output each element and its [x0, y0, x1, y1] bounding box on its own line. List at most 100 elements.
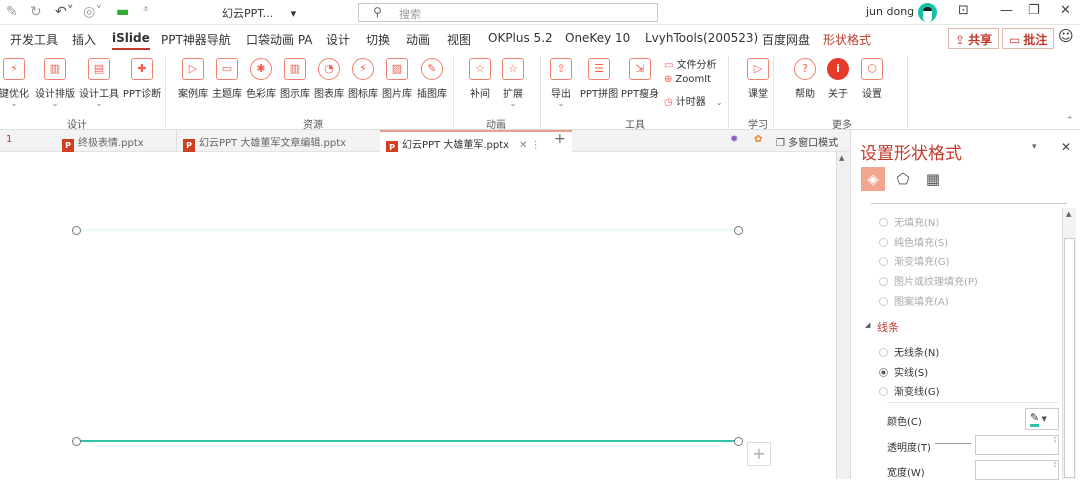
- document-tab[interactable]: P 终极表情.pptx: [56, 130, 150, 152]
- magic-wand-icon[interactable]: ✸: [724, 130, 744, 152]
- icon-library-icon: ⚡: [352, 58, 374, 80]
- tab-item[interactable]: 动画: [406, 31, 430, 48]
- document-title[interactable]: 幻云PPT... ▾: [222, 5, 296, 21]
- fill-option-radio[interactable]: 无填充(N): [879, 214, 939, 229]
- pane-options-icon[interactable]: ▾: [1032, 142, 1037, 152]
- picture-icon: ▨: [386, 58, 408, 80]
- share-icon: ⇪: [955, 33, 966, 47]
- ribbon-button-1[interactable]: ⚡ 键优化 ⌄: [0, 58, 34, 108]
- new-tab-icon[interactable]: +: [548, 127, 572, 149]
- document-tab-label: 幻云PPT 大雄董军.pptx: [402, 140, 510, 151]
- collapse-triangle-icon[interactable]: ◢: [865, 321, 870, 329]
- scroll-up-icon[interactable]: ▲: [839, 154, 844, 162]
- ribbon-button-15[interactable]: ⇧ 导出 ⌄: [541, 58, 581, 108]
- ribbon-button-17[interactable]: ⇲ PPT瘦身: [620, 58, 660, 100]
- ribbon-small-label: 文件分析: [676, 60, 717, 71]
- size-properties-icon[interactable]: ▦: [921, 167, 945, 191]
- document-tab-active[interactable]: P 幻云PPT 大雄董军.pptx ✕ ⋮: [380, 130, 572, 154]
- ribbon-group-label: 工具: [625, 120, 645, 131]
- chevron-down-icon: ⌄: [95, 99, 103, 108]
- tab-item[interactable]: 插入: [72, 31, 96, 48]
- close-icon[interactable]: ✕: [1060, 3, 1071, 18]
- vertical-scrollbar[interactable]: ▲: [836, 152, 850, 479]
- ribbon-button-3[interactable]: ▤ 设计工具 ⌄: [79, 58, 119, 108]
- user-name[interactable]: jun dong: [866, 5, 914, 18]
- shape-icon[interactable]: ◎˅: [83, 4, 102, 20]
- tab-item[interactable]: 切换: [366, 31, 390, 48]
- zoom-icon: ⊕: [664, 74, 673, 85]
- tab-item[interactable]: 开发工具: [10, 31, 58, 48]
- settings-icon[interactable]: ✿: [748, 130, 768, 152]
- line-color-picker[interactable]: ✎ ▼: [1025, 408, 1059, 430]
- line-section-header[interactable]: 线条: [877, 319, 899, 335]
- ribbon: ⚡ 键优化 ⌄ ▥ 设计排版 ⌄ ▤ 设计工具 ⌄ ✚ PPT诊断 ▷ 案例库 ▭ 主题库 ✱ 色彩库 ▥ 图示库 ◔…: [0, 52, 1080, 131]
- transparency-input[interactable]: [975, 435, 1059, 455]
- fill-option-radio[interactable]: 图案填充(A): [879, 293, 949, 308]
- tab-item[interactable]: 视图: [447, 31, 471, 48]
- ribbon-button-18[interactable]: ▷ 课堂: [738, 58, 778, 100]
- tab-item[interactable]: 百度网盘: [762, 31, 810, 48]
- close-pane-icon[interactable]: ✕: [1061, 140, 1071, 154]
- radio-icon: [879, 367, 888, 377]
- width-input[interactable]: [975, 460, 1059, 480]
- minimize-icon[interactable]: —: [1000, 3, 1013, 18]
- ribbon-button-12[interactable]: ✎ 插图库: [412, 58, 452, 100]
- tab-item[interactable]: PPT神器导航: [161, 31, 231, 48]
- line-handle[interactable]: [734, 437, 743, 446]
- line-option-radio[interactable]: 无线条(N): [879, 344, 939, 359]
- line-option-radio[interactable]: 实线(S): [879, 364, 928, 379]
- line-handle[interactable]: [734, 226, 743, 235]
- ribbon-button-4[interactable]: ✚ PPT诊断: [122, 58, 162, 100]
- fill-option-radio[interactable]: 纯色填充(S): [879, 234, 948, 249]
- presentation-icon: ▷: [182, 58, 204, 80]
- undo-icon[interactable]: ↶˅: [55, 4, 74, 20]
- redo-icon[interactable]: ↻: [30, 4, 42, 20]
- tab-item[interactable]: iSlide: [112, 31, 150, 50]
- close-tab-icon[interactable]: ✕ ⋮: [519, 140, 541, 151]
- ribbon-button-2[interactable]: ▥ 设计排版 ⌄: [35, 58, 75, 108]
- share-button[interactable]: ⇪ 共享: [948, 28, 1000, 49]
- radio-icon: [879, 237, 888, 247]
- fill-option-radio[interactable]: 渐变填充(G): [879, 253, 950, 268]
- ribbon-small-button[interactable]: ▭ 文件分析: [664, 56, 716, 71]
- compress-icon: ⇲: [629, 58, 651, 80]
- scroll-up-icon[interactable]: ▲: [1066, 210, 1071, 218]
- slide-canvas[interactable]: +: [0, 152, 836, 479]
- line-handle[interactable]: [72, 437, 81, 446]
- add-slide-icon[interactable]: +: [747, 442, 771, 466]
- tab-item[interactable]: LvyhTools(200523): [645, 31, 758, 45]
- tab-item[interactable]: OneKey 10: [565, 31, 630, 45]
- scrollbar-thumb[interactable]: [1064, 238, 1075, 478]
- document-tab[interactable]: P 幻云PPT 大雄董军文章编辑.pptx: [176, 130, 352, 152]
- feedback-smiley-icon[interactable]: ☺: [1058, 27, 1074, 45]
- classroom-icon: ▷: [747, 58, 769, 80]
- search-box[interactable]: ⚲ 搜索: [358, 3, 658, 22]
- line-handle[interactable]: [72, 226, 81, 235]
- pane-scrollbar[interactable]: ▲: [1062, 208, 1076, 479]
- effects-pentagon-icon[interactable]: ⬠: [891, 167, 915, 191]
- ribbon-button-14[interactable]: ☆ 扩展 ⌄: [493, 58, 533, 108]
- avatar[interactable]: [918, 3, 937, 22]
- ribbon-display-options-icon[interactable]: ⊡: [958, 3, 969, 18]
- ribbon-small-button[interactable]: ◷ 计时器 ⌄: [664, 93, 722, 108]
- tab-item[interactable]: OKPlus 5.2: [488, 31, 553, 45]
- slide-icon[interactable]: ▬: [116, 4, 129, 20]
- format-painter-icon[interactable]: ✎: [6, 4, 18, 20]
- tab-item[interactable]: 口袋动画 PA: [246, 31, 313, 48]
- share-label: 共享: [968, 33, 993, 47]
- group-divider: [728, 56, 729, 128]
- line-option-radio[interactable]: 渐变线(G): [879, 383, 940, 398]
- tab-item[interactable]: 形状格式: [823, 31, 871, 48]
- multi-window-button[interactable]: ❐ 多窗口模式: [770, 130, 844, 152]
- transparency-slider[interactable]: [935, 443, 971, 444]
- ribbon-button-21[interactable]: ⬡ 设置: [852, 58, 892, 100]
- ribbon-small-button[interactable]: ⊕ ZoomIt: [664, 74, 711, 85]
- fill-option-label: 渐变填充(G): [894, 257, 950, 269]
- tab-item[interactable]: 设计: [326, 31, 350, 48]
- fill-line-icon[interactable]: ◈: [861, 167, 885, 191]
- collapse-ribbon-icon[interactable]: ⌃: [1066, 116, 1074, 126]
- customize-quick-access-icon[interactable]: ⩡: [143, 4, 149, 15]
- restore-icon[interactable]: ❐: [1028, 3, 1040, 18]
- comment-button[interactable]: ▭ 批注: [1002, 28, 1055, 49]
- fill-option-radio[interactable]: 图片或纹理填充(P): [879, 273, 978, 288]
